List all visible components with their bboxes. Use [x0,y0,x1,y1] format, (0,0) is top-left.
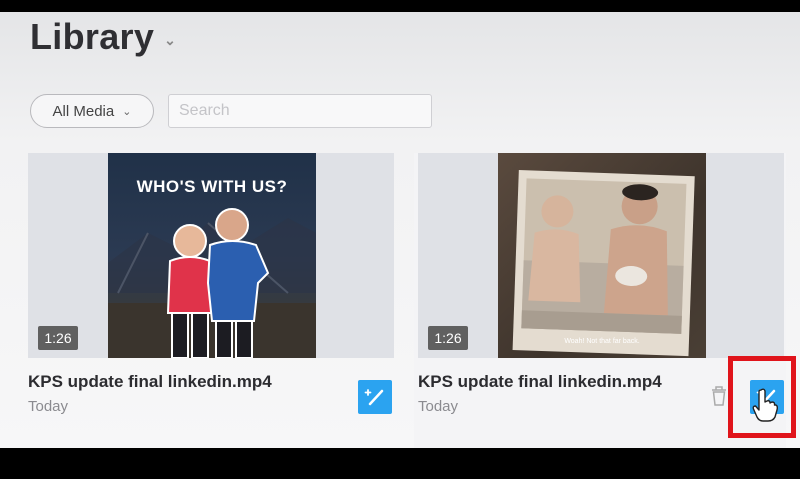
page-title: Library [30,16,155,57]
media-date: Today [28,398,69,415]
duration-badge: 1:26 [428,326,468,350]
hand-cursor-icon [752,388,778,422]
media-filter-dropdown[interactable]: All Media ⌄ [30,94,154,128]
search-input[interactable] [168,94,432,128]
video-thumbnail[interactable]: Woah! Not that far back. [498,153,706,358]
chevron-down-icon: ⌄ [164,31,177,48]
thumbnail-text: WHO'S WITH US? [136,177,288,196]
media-name[interactable]: KPS update final linkedin.mp4 [418,372,662,392]
duration-badge: 1:26 [38,326,78,350]
thumbnail-caption: Woah! Not that far back. [564,338,640,345]
media-date: Today [418,398,459,415]
trash-icon[interactable] [710,385,728,407]
library-screen: Library ⌄ All Media ⌄ Search WHO'S WITH … [0,12,800,448]
edit-button[interactable] [358,380,392,414]
video-thumbnail[interactable]: WHO'S WITH US? [108,153,316,358]
media-card[interactable]: WHO'S WITH US? 1:26 KPS update final lin… [24,153,396,448]
chevron-down-icon: ⌄ [122,105,132,118]
media-filter-label: All Media [52,102,115,120]
thumbnail-image [512,170,695,357]
magic-wand-icon [364,389,384,406]
library-title-dropdown[interactable]: Library ⌄ [30,16,176,58]
media-name[interactable]: KPS update final linkedin.mp4 [28,372,272,392]
